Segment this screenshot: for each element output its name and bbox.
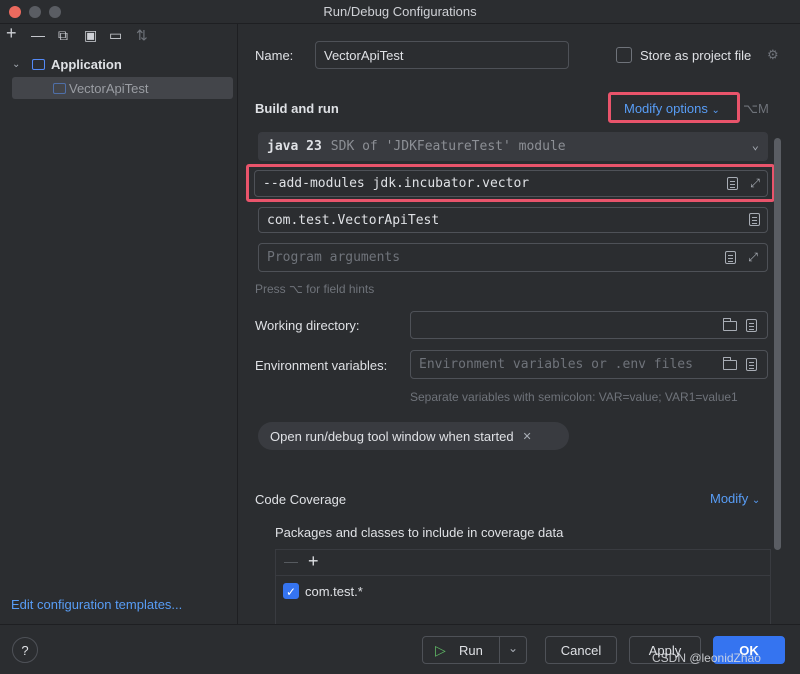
- scrollbar[interactable]: [774, 138, 781, 550]
- program-arguments-input[interactable]: Program arguments ⤢: [258, 243, 768, 272]
- add-icon[interactable]: +: [308, 551, 319, 572]
- expand-text-icon[interactable]: [727, 177, 738, 190]
- remove-icon[interactable]: —: [31, 27, 45, 43]
- close-icon[interactable]: ✕: [523, 430, 532, 443]
- chip-label: Open run/debug tool window when started: [270, 428, 514, 444]
- open-tool-window-chip[interactable]: Open run/debug tool window when started …: [258, 422, 569, 450]
- expand-icon[interactable]: ⤢: [748, 176, 762, 190]
- folder-icon[interactable]: [723, 357, 737, 370]
- chevron-down-icon: ⌄: [751, 495, 761, 506]
- coverage-modify-link[interactable]: Modify ⌄: [710, 491, 760, 506]
- modify-options-label: Modify options: [624, 101, 708, 116]
- application-icon: [53, 82, 66, 94]
- help-button[interactable]: ?: [12, 637, 38, 663]
- tree-item-label: VectorApiTest: [69, 80, 149, 96]
- coverage-entry-checkbox[interactable]: ✓: [283, 583, 299, 599]
- sidebar: + — ⧉ ▣ ▭ ⇅ ⌄ Application VectorApiTest: [0, 24, 238, 624]
- coverage-list-toolbar: — +: [276, 550, 770, 576]
- environment-variables-input[interactable]: Environment variables or .env files: [410, 350, 768, 379]
- list-item[interactable]: ✓ com.test.*: [283, 583, 363, 599]
- packages-label: Packages and classes to include in cover…: [275, 525, 564, 540]
- run-button[interactable]: ▷ Run ⌄: [422, 636, 527, 664]
- working-directory-label: Working directory:: [255, 318, 360, 333]
- coverage-entry-label: com.test.*: [305, 583, 363, 599]
- code-coverage-title: Code Coverage: [255, 492, 347, 507]
- settings-gear-icon[interactable]: ⚙: [767, 47, 779, 63]
- application-icon: [32, 58, 45, 70]
- chevron-down-icon[interactable]: ⌄: [508, 641, 518, 655]
- environment-variables-hint: Separate variables with semicolon: VAR=v…: [410, 390, 738, 404]
- expand-icon[interactable]: ⤢: [746, 250, 760, 264]
- name-value: VectorApiTest: [324, 47, 404, 63]
- sort-icon[interactable]: ⇅: [136, 27, 148, 43]
- environment-variables-placeholder: Environment variables or .env files: [419, 357, 693, 372]
- save-icon[interactable]: ▣: [84, 27, 97, 43]
- window-title: Run/Debug Configurations: [323, 4, 477, 19]
- remove-icon[interactable]: —: [284, 553, 298, 569]
- environment-variables-label: Environment variables:: [255, 358, 388, 373]
- main-class-input[interactable]: com.test.VectorApiTest: [258, 207, 768, 233]
- cancel-button[interactable]: Cancel: [545, 636, 617, 664]
- title-bar: Run/Debug Configurations: [0, 0, 800, 24]
- copy-icon[interactable]: ⧉: [58, 27, 68, 43]
- chevron-down-icon[interactable]: ⌄: [12, 59, 32, 70]
- expand-text-icon[interactable]: [746, 358, 757, 371]
- working-directory-input[interactable]: [410, 311, 768, 339]
- build-and-run-title: Build and run: [255, 101, 339, 116]
- play-icon: ▷: [435, 642, 446, 658]
- chevron-down-icon: ⌄: [751, 138, 759, 152]
- store-as-project-checkbox[interactable]: [616, 47, 632, 63]
- chevron-down-icon: ⌄: [711, 105, 720, 116]
- expand-text-icon[interactable]: [746, 319, 757, 332]
- expand-text-icon[interactable]: [725, 251, 736, 264]
- vm-options-input[interactable]: --add-modules jdk.incubator.vector ⤢: [254, 170, 768, 197]
- modify-options-shortcut: ⌥M: [743, 101, 769, 116]
- browse-class-icon[interactable]: [749, 213, 760, 226]
- name-label: Name:: [255, 48, 294, 63]
- jdk-description: SDK of 'JDKFeatureTest' module: [330, 139, 566, 154]
- store-as-project-label: Store as project file: [640, 48, 752, 63]
- divider: [499, 637, 500, 663]
- watermark: CSDN @leonidZhao: [652, 651, 761, 665]
- vm-options-value: --add-modules jdk.incubator.vector: [263, 176, 530, 191]
- main-class-value: com.test.VectorApiTest: [267, 212, 440, 228]
- add-icon[interactable]: +: [6, 24, 17, 42]
- folder-icon[interactable]: [723, 318, 737, 331]
- jdk-version: java 23: [267, 139, 322, 154]
- bottom-bar: ? ▷ Run ⌄ Cancel Apply OK CSDN @leonidZh…: [0, 624, 800, 674]
- coverage-list: — + ✓ com.test.*: [275, 549, 771, 624]
- tree-group-label: Application: [51, 56, 122, 72]
- edit-templates-link[interactable]: Edit configuration templates...: [11, 597, 182, 612]
- tree-group-application[interactable]: ⌄ Application: [12, 53, 232, 75]
- modify-options-link[interactable]: Modify options ⌄: [624, 101, 720, 116]
- jdk-select[interactable]: java 23 SDK of 'JDKFeatureTest' module ⌄: [258, 132, 768, 161]
- name-input[interactable]: VectorApiTest: [315, 41, 569, 69]
- coverage-modify-label: Modify: [710, 491, 749, 506]
- run-label: Run: [459, 643, 483, 658]
- field-hints-text: Press ⌥ for field hints: [255, 282, 375, 296]
- program-arguments-placeholder: Program arguments: [267, 250, 401, 265]
- tree-item-vectorapitest[interactable]: VectorApiTest: [12, 77, 233, 99]
- new-folder-icon[interactable]: ▭: [109, 27, 122, 43]
